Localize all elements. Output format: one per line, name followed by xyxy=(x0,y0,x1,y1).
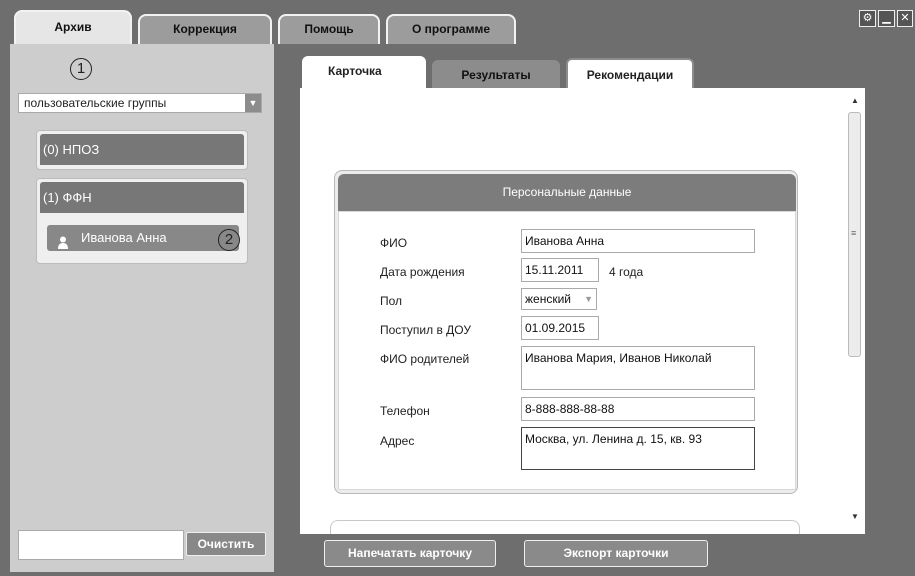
enrolled-label: Поступил в ДОУ xyxy=(380,323,471,337)
tab-card[interactable]: Карточка xyxy=(302,56,426,88)
scrollbar-thumb[interactable]: ≡ xyxy=(848,112,861,357)
grip-icon: ≡ xyxy=(851,228,857,238)
tab-results[interactable]: Результаты xyxy=(432,60,560,88)
age-text: 4 года xyxy=(609,265,644,279)
annotation-marker-2: 2 xyxy=(218,229,240,251)
birth-date-label: Дата рождения xyxy=(380,265,465,279)
user-icon xyxy=(57,232,69,249)
gender-select-value: женский xyxy=(525,292,571,306)
list-item-person[interactable]: Иванова Анна xyxy=(47,225,239,251)
scroll-up-icon[interactable]: ▲ xyxy=(849,96,861,105)
fio-field[interactable]: Иванова Анна xyxy=(521,229,755,253)
chevron-down-icon[interactable]: ▼ xyxy=(584,289,593,309)
gear-icon[interactable]: ⚙ xyxy=(859,10,876,27)
person-name: Иванова Анна xyxy=(81,230,167,245)
close-icon[interactable]: ✕ xyxy=(897,10,913,27)
phone-field[interactable]: 8-888-888-88-88 xyxy=(521,397,755,421)
address-label: Адрес xyxy=(380,434,415,448)
tab-archive[interactable]: Архив xyxy=(14,10,132,44)
group-box-npoz: (0) НПОЗ xyxy=(36,130,248,170)
minimize-icon[interactable]: ▁ xyxy=(878,10,895,27)
tab-about[interactable]: О программе xyxy=(386,14,516,44)
parents-field[interactable]: Иванова Мария, Иванов Николай xyxy=(521,346,755,390)
clear-button[interactable]: Очистить xyxy=(186,532,266,556)
search-input[interactable] xyxy=(18,530,184,560)
groups-dropdown-value: пользовательские группы xyxy=(24,96,167,110)
gender-label: Пол xyxy=(380,294,403,308)
group-header-npoz[interactable]: (0) НПОЗ xyxy=(40,134,244,165)
group-box-ffn: (1) ФФН Иванова Анна xyxy=(36,178,248,264)
export-card-button[interactable]: Экспорт карточки xyxy=(524,540,708,567)
phone-label: Телефон xyxy=(380,404,430,418)
annotation-marker-1: 1 xyxy=(70,58,92,80)
parents-label: ФИО родителей xyxy=(380,352,470,366)
tab-help[interactable]: Помощь xyxy=(278,14,380,44)
next-section-edge xyxy=(330,520,800,534)
print-card-button[interactable]: Напечатать карточку xyxy=(324,540,496,567)
birth-date-field[interactable]: 15.11.2011 xyxy=(521,258,599,282)
chevron-down-icon[interactable]: ▼ xyxy=(245,94,261,112)
personal-data-header: Персональные данные xyxy=(338,174,796,211)
tab-recommendations[interactable]: Рекомендации xyxy=(566,58,694,88)
fio-label: ФИО xyxy=(380,236,408,250)
groups-dropdown[interactable]: пользовательские группы ▼ xyxy=(18,93,262,113)
gender-select[interactable]: женский ▼ xyxy=(521,288,597,310)
scroll-down-icon[interactable]: ▼ xyxy=(849,512,861,521)
group-header-ffn[interactable]: (1) ФФН xyxy=(40,182,244,213)
left-panel xyxy=(10,44,274,572)
tab-correction[interactable]: Коррекция xyxy=(138,14,272,44)
address-field[interactable]: Москва, ул. Ленина д. 15, кв. 93 xyxy=(521,427,755,470)
enrolled-field[interactable]: 01.09.2015 xyxy=(521,316,599,340)
